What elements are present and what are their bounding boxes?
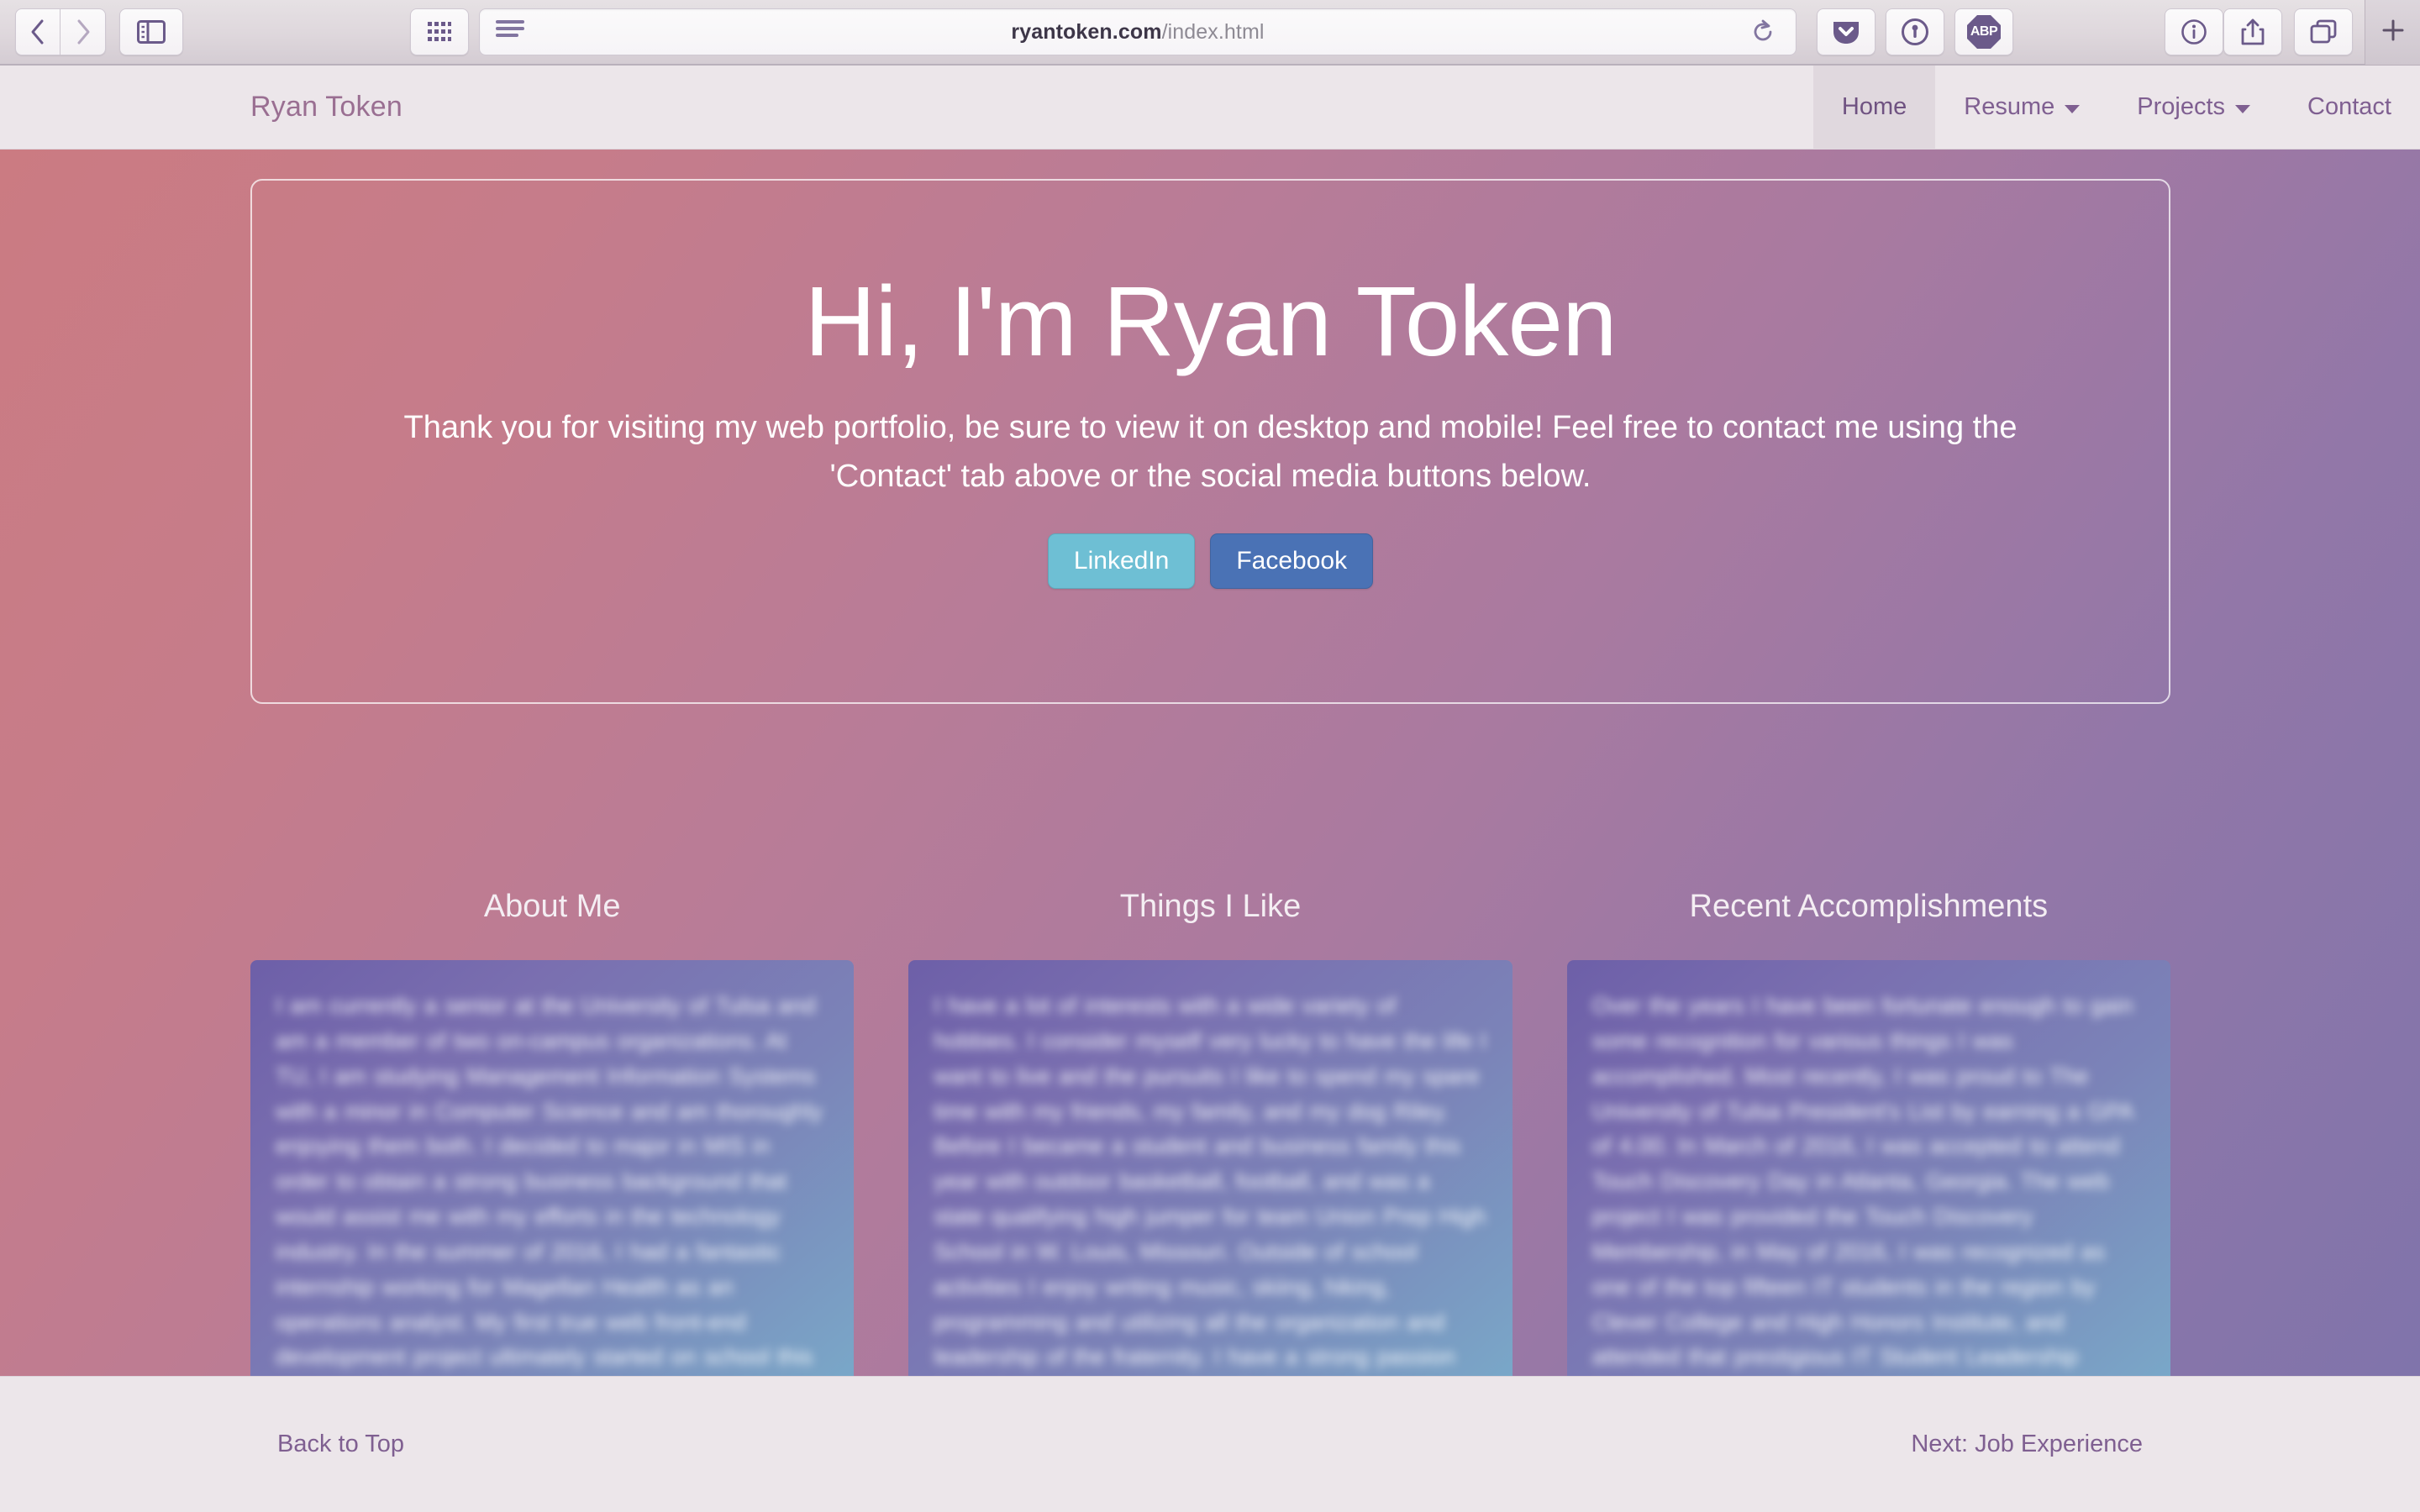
- page-body: Hi, I'm Ryan Token Thank you for visitin…: [0, 150, 2420, 1492]
- reload-button[interactable]: [1744, 13, 1782, 51]
- page-title: Hi, I'm Ryan Token: [804, 265, 1617, 377]
- info-icon: [2181, 18, 2207, 45]
- hero-buttons: LinkedIn Facebook: [1047, 533, 1374, 590]
- tab-overview-button[interactable]: [410, 8, 469, 55]
- facebook-button[interactable]: Facebook: [1210, 533, 1374, 590]
- forward-button[interactable]: [60, 8, 106, 55]
- hero-subtitle: Thank you for visiting my web portfolio,…: [403, 409, 2018, 495]
- adblock-extension-button[interactable]: ABP: [1954, 8, 2013, 55]
- back-to-top-link[interactable]: Back to Top: [277, 1431, 404, 1458]
- 1password-icon: [1901, 18, 1929, 46]
- nav-item-home[interactable]: Home: [1812, 66, 1936, 150]
- card-heading: Recent Accomplishments: [1689, 889, 2049, 924]
- nav-item-projects[interactable]: Projects: [2108, 66, 2279, 150]
- nav-item-home-label: Home: [1841, 93, 1907, 120]
- sidebar-toggle-button[interactable]: [119, 8, 183, 55]
- sidebar-icon: [137, 20, 166, 44]
- adblock-icon: ABP: [1967, 15, 2001, 49]
- site-nav-links: Home Resume Projects Contact: [1812, 66, 2420, 150]
- card-heading: About Me: [483, 889, 621, 924]
- chevron-down-icon: [2235, 104, 2251, 113]
- nav-item-resume-label: Resume: [1964, 93, 2055, 120]
- card-heading: Things I Like: [1119, 889, 1302, 924]
- grid-icon: [427, 21, 452, 43]
- url-host: ryantoken.com: [1011, 19, 1162, 44]
- share-button[interactable]: [2223, 8, 2282, 55]
- url-path: /index.html: [1161, 19, 1265, 44]
- url-bar[interactable]: ryantoken.com/index.html: [479, 8, 1797, 55]
- url-text: ryantoken.com/index.html: [480, 20, 1796, 45]
- pocket-extension-button[interactable]: [1817, 8, 1876, 55]
- next-page-link[interactable]: Next: Job Experience: [1911, 1431, 2143, 1458]
- reload-icon: [1750, 19, 1776, 45]
- back-button[interactable]: [15, 8, 60, 55]
- site-brand[interactable]: Ryan Token: [250, 91, 402, 123]
- nav-item-contact[interactable]: Contact: [2279, 66, 2420, 150]
- browser-toolbar: ryantoken.com/index.html ABP: [0, 0, 2420, 66]
- share-icon: [2240, 18, 2265, 46]
- show-tabs-button[interactable]: [2294, 8, 2353, 55]
- tabs-icon: [2309, 18, 2338, 45]
- nav-buttons-group: [15, 8, 106, 55]
- back-icon: [28, 18, 48, 46]
- new-tab-button[interactable]: [2365, 0, 2420, 65]
- hero-jumbotron: Hi, I'm Ryan Token Thank you for visitin…: [250, 179, 2170, 704]
- nav-item-projects-label: Projects: [2137, 93, 2226, 120]
- page-info-button[interactable]: [2165, 8, 2223, 55]
- site-footer: Back to Top Next: Job Experience: [0, 1376, 2420, 1512]
- chevron-down-icon: [2065, 104, 2081, 113]
- plus-icon: [2380, 17, 2407, 48]
- onepassword-extension-button[interactable]: [1886, 8, 1944, 55]
- nav-item-contact-label: Contact: [2307, 93, 2391, 120]
- web-page-content: Ryan Token Home Resume Projects Contact …: [0, 66, 2420, 1512]
- forward-icon: [73, 18, 93, 46]
- site-navbar: Ryan Token Home Resume Projects Contact: [0, 66, 2420, 150]
- nav-item-resume[interactable]: Resume: [1935, 66, 2108, 150]
- linkedin-button[interactable]: LinkedIn: [1047, 533, 1196, 590]
- pocket-icon: [1832, 18, 1860, 45]
